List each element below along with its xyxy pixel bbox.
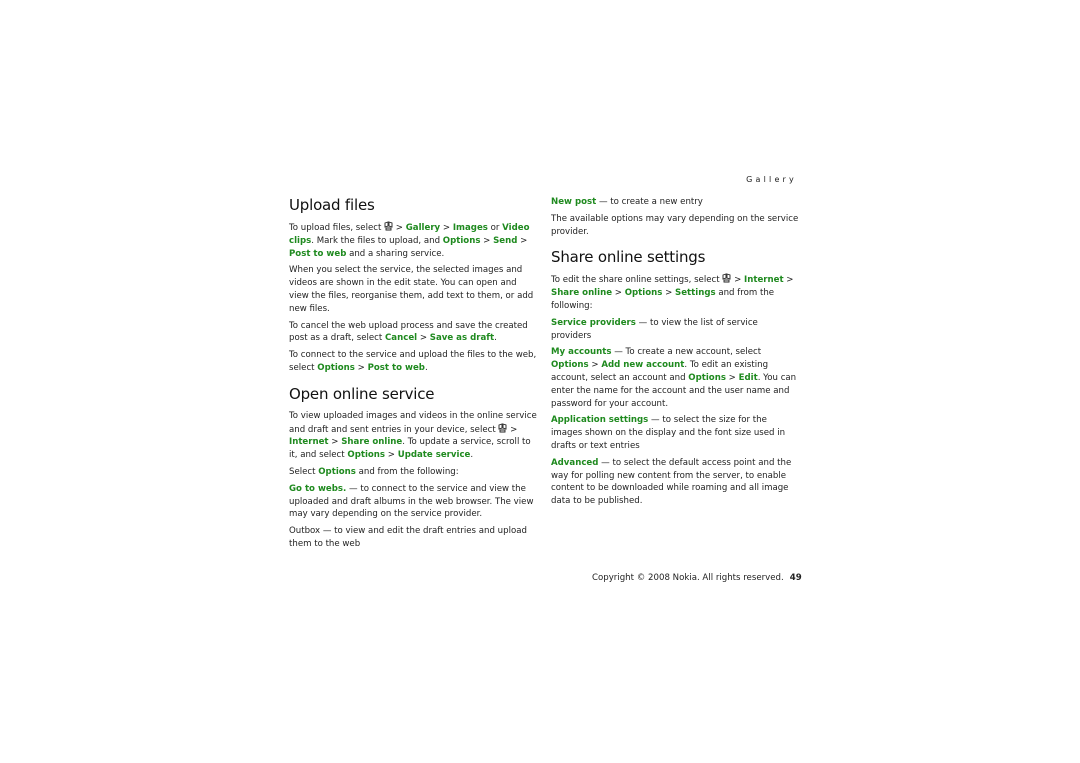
copyright-text: Copyright © 2008 Nokia. All rights reser…	[592, 573, 784, 583]
link-edit: Edit	[738, 372, 758, 383]
term-application-settings: Application settings	[551, 415, 649, 426]
upload-files-heading: Upload files	[289, 196, 375, 214]
link-images: Images	[452, 223, 488, 233]
term-my-accounts: My accounts	[551, 347, 612, 358]
link-add-new-account: Add new account	[601, 360, 685, 371]
link-save-as-draft: Save as draft	[429, 333, 495, 344]
link-internet: Internet	[289, 437, 329, 448]
link-gallery: Gallery	[405, 223, 441, 233]
menu-key-icon	[384, 221, 393, 231]
link-update-service: Update service	[397, 450, 471, 461]
page-number: 49	[789, 573, 802, 583]
link-post-to-web: Post to web	[289, 248, 347, 259]
term-go-to-webs: Go to webs.	[289, 483, 347, 494]
link-share-online: Share online	[341, 437, 403, 448]
menu-key-icon	[498, 422, 507, 433]
link-options: Options	[624, 288, 663, 299]
link-cancel: Cancel	[385, 333, 418, 344]
upload-para-1: To upload files, select > Gallery > Imag…	[289, 221, 530, 259]
settings-para-1: To edit the share online settings, selec…	[551, 273, 794, 311]
term-advanced: Advanced	[551, 457, 599, 468]
share-online-settings-heading: Share online settings	[551, 248, 706, 267]
open-para-4: Outbox — to view and edit the draft entr…	[289, 526, 527, 549]
upload-para-2: When you select the service, the selecte…	[289, 265, 534, 314]
right-para-new-post: New post — to create a new entry	[551, 197, 703, 207]
link-settings: Settings	[675, 288, 716, 299]
settings-para-application-settings: Application settings — to select the siz…	[551, 415, 786, 451]
link-options: Options	[688, 372, 726, 383]
menu-key-icon	[722, 273, 731, 283]
right-column: New post — to create a new entry The ava…	[551, 196, 799, 512]
page-footer: Copyright © 2008 Nokia. All rights reser…	[592, 573, 802, 583]
link-post-to-web: Post to web	[367, 362, 425, 373]
link-internet: Internet	[744, 275, 784, 286]
left-column: Upload files To upload files, select > G…	[289, 196, 537, 555]
settings-para-advanced: Advanced — to select the default access …	[551, 457, 792, 507]
link-options: Options	[442, 235, 481, 246]
settings-para-my-accounts: My accounts — To create a new account, s…	[551, 347, 797, 409]
open-online-service-heading: Open online service	[289, 384, 435, 403]
link-options: Options	[317, 362, 355, 373]
open-para-2: Select Options and from the following:	[289, 466, 459, 477]
link-share-online: Share online	[551, 288, 613, 299]
open-para-1: To view uploaded images and videos in th…	[289, 410, 537, 461]
running-header: Gallery	[746, 175, 797, 184]
term-service-providers: Service providers	[551, 317, 636, 328]
link-options: Options	[318, 466, 356, 477]
settings-para-service-providers: Service providers — to view the list of …	[551, 317, 758, 341]
upload-para-3: To cancel the web upload process and sav…	[289, 320, 528, 344]
link-send: Send	[493, 235, 518, 246]
link-options: Options	[347, 450, 386, 461]
link-options: Options	[551, 360, 589, 371]
right-para-options-vary: The available options may vary depending…	[551, 213, 799, 237]
term-new-post: New post	[551, 197, 597, 207]
upload-para-4: To connect to the service and upload the…	[289, 350, 537, 373]
open-para-3: Go to webs. — to connect to the service …	[289, 483, 534, 520]
